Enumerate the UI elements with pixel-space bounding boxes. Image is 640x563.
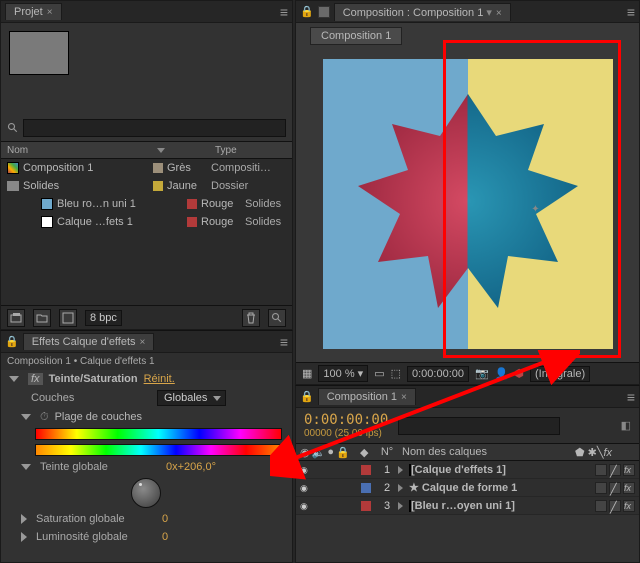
layer-row[interactable]: 2★ Calque de forme 1╱fx	[296, 479, 639, 497]
switch[interactable]: fx	[623, 482, 635, 494]
resolution-dropdown[interactable]: (Intégrale)	[530, 366, 590, 382]
viewer-timecode[interactable]: 0:00:00:00	[407, 366, 469, 382]
switch[interactable]: ╱	[609, 482, 621, 494]
channels-dropdown[interactable]: Globales	[157, 390, 226, 406]
close-icon[interactable]: ×	[140, 337, 146, 348]
master-sat-label: Saturation globale	[36, 513, 156, 525]
visibility-toggle[interactable]	[300, 482, 312, 494]
star-icon: ★	[409, 482, 419, 494]
camera-icon[interactable]: 👤	[495, 367, 509, 380]
hue-spectrum-output	[35, 444, 282, 456]
effects-tab[interactable]: Effets Calque d'effets×	[23, 333, 155, 350]
reset-link[interactable]: Réinit.	[144, 373, 175, 385]
master-hue-value[interactable]: 0x+206,0°	[166, 461, 216, 473]
switch[interactable]	[595, 464, 607, 476]
lock-icon[interactable]: 🔒	[5, 335, 19, 348]
switch[interactable]: fx	[623, 500, 635, 512]
close-icon[interactable]: ×	[401, 392, 407, 403]
fx-badge[interactable]: fx	[28, 373, 43, 385]
new-folder-button[interactable]	[33, 309, 51, 327]
channel-range-label: Plage de couches	[55, 411, 142, 423]
switch[interactable]: ╱	[609, 500, 621, 512]
label-color[interactable]	[361, 501, 371, 511]
stopwatch-icon[interactable]: ⏱	[40, 411, 49, 424]
panel-menu-icon[interactable]	[280, 334, 288, 350]
project-thumbnail	[9, 31, 69, 75]
hue-angle-knob[interactable]	[131, 478, 161, 508]
panel-menu-icon[interactable]	[280, 4, 288, 20]
expand-icon[interactable]	[21, 414, 31, 420]
mask-icon[interactable]: ⬚	[391, 367, 401, 380]
timeline-search-input[interactable]	[398, 417, 560, 435]
asset-row[interactable]: Bleu ro…n uni 1RougeSolides	[1, 195, 292, 213]
comp-icon	[318, 6, 330, 18]
switch[interactable]: ╱	[609, 464, 621, 476]
layer-row[interactable]: 3 [Bleu r…oyen uni 1]╱fx	[296, 497, 639, 515]
master-hue-label: Teinte globale	[40, 461, 160, 473]
visibility-toggle[interactable]	[300, 464, 312, 476]
timeline-menu-icon[interactable]: ◧	[621, 419, 631, 432]
master-lum-label: Luminosité globale	[36, 531, 156, 543]
timeline-column-headers: ◉ 🔈 ● 🔒 ◆ N° Nom des calques ⬟ ✱╲fx	[296, 443, 639, 461]
search-icon	[7, 122, 19, 134]
comp-breadcrumb-tab[interactable]: Composition 1	[310, 27, 402, 45]
expand-icon[interactable]	[21, 464, 31, 470]
search-toggle-button[interactable]	[268, 309, 286, 327]
switch[interactable]	[595, 482, 607, 494]
lock-icon[interactable]: 🔒	[300, 5, 314, 18]
project-column-headers: Nom Type	[1, 141, 292, 159]
delete-button[interactable]	[242, 309, 260, 327]
project-tab[interactable]: Projet×	[5, 3, 62, 20]
lock-icon[interactable]: 🔒	[300, 390, 314, 403]
label-header-icon[interactable]: ◆	[360, 447, 368, 459]
collapse-icon[interactable]	[21, 514, 27, 524]
expand-icon[interactable]	[398, 502, 403, 510]
visibility-toggle[interactable]	[300, 500, 312, 512]
bpc-indicator[interactable]: 8 bpc	[85, 310, 122, 326]
layer-row[interactable]: 1 [Calque d'effets 1]╱fx	[296, 461, 639, 479]
solo-header-icon[interactable]: ●	[327, 446, 334, 459]
timeline-timecode[interactable]: 0:00:00:00	[304, 412, 388, 428]
switch[interactable]	[595, 500, 607, 512]
3d-icon[interactable]: ⬢	[514, 367, 524, 380]
timeline-frame-info: 00000 (25.00 ips)	[304, 428, 388, 439]
channels-label: Couches	[31, 392, 151, 404]
audio-header-icon[interactable]: 🔈	[312, 446, 326, 459]
annotation-highlight-box	[443, 40, 621, 358]
label-color[interactable]	[361, 465, 371, 475]
interpret-footage-button[interactable]	[7, 309, 25, 327]
shy-header-icon[interactable]: ⬟	[575, 447, 585, 459]
hue-spectrum-input	[35, 428, 282, 440]
project-search-input[interactable]	[23, 119, 286, 137]
expand-icon[interactable]	[398, 484, 403, 492]
master-sat-value[interactable]: 0	[162, 513, 168, 525]
switch[interactable]: fx	[623, 464, 635, 476]
collapse-icon[interactable]	[21, 532, 27, 542]
panel-menu-icon[interactable]	[627, 389, 635, 405]
expand-icon[interactable]	[398, 466, 403, 474]
new-comp-button[interactable]	[59, 309, 77, 327]
master-lum-value[interactable]: 0	[162, 531, 168, 543]
timeline-tab[interactable]: Composition 1×	[318, 388, 416, 405]
asset-row[interactable]: Composition 1GrèsCompositi…	[1, 159, 292, 177]
close-icon[interactable]: ×	[47, 7, 53, 18]
panel-menu-icon[interactable]	[627, 4, 635, 20]
viewer-tab[interactable]: Composition : Composition 1 ▾×	[334, 3, 511, 21]
effects-context-header: Composition 1 • Calque d'effets 1	[1, 353, 292, 370]
label-color[interactable]	[361, 483, 371, 493]
zoom-dropdown[interactable]: 100 % ▾	[318, 365, 368, 382]
expand-icon[interactable]	[9, 376, 19, 382]
asset-row[interactable]: SolidesJauneDossier	[1, 177, 292, 195]
snapshot-icon[interactable]: 📷	[475, 367, 489, 380]
effect-name[interactable]: Teinte/Saturation	[49, 373, 138, 385]
close-icon[interactable]: ×	[496, 8, 502, 19]
grid-icon[interactable]: ▦	[302, 367, 312, 380]
visibility-header-icon[interactable]: ◉	[300, 446, 310, 459]
lock-header-icon[interactable]: 🔒	[336, 446, 350, 459]
asset-row[interactable]: Calque …fets 1RougeSolides	[1, 213, 292, 231]
channel-icon[interactable]: ▭	[374, 367, 384, 380]
folder-icon	[7, 181, 19, 191]
